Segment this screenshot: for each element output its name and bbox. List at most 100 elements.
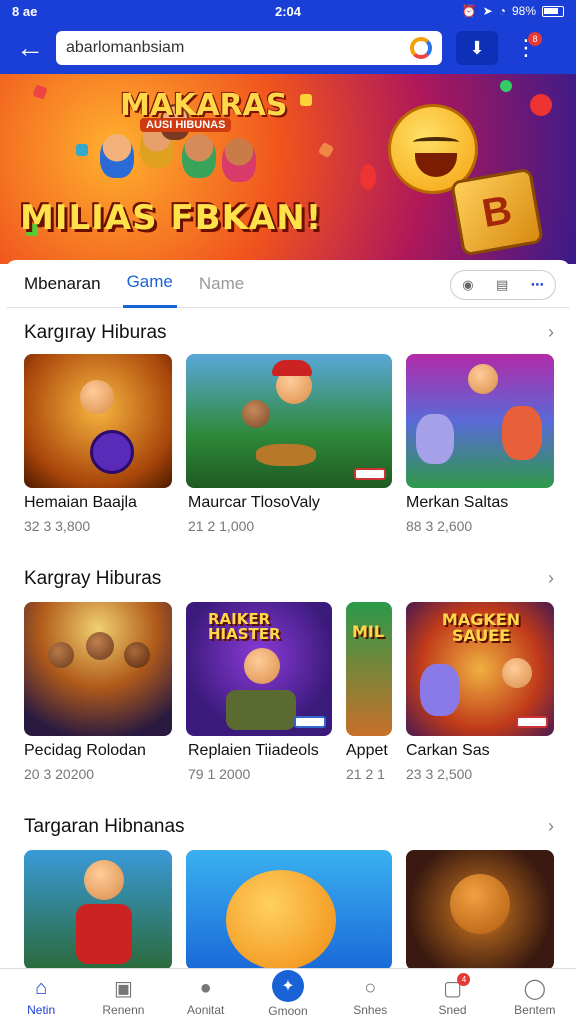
guitar-illustration	[256, 444, 316, 466]
nav-renenn[interactable]: ▣ Renenn	[82, 969, 164, 1024]
creature-illustration	[420, 664, 460, 716]
view-options[interactable]: ◉ ▤ ⋯	[450, 270, 556, 300]
game-title[interactable]: Appet	[346, 742, 388, 760]
search-input-value[interactable]: abarlomanbsiam	[66, 39, 410, 57]
shirt-illustration	[76, 904, 132, 964]
tab-bar: Mbenaran Game Name ◉ ▤ ⋯	[6, 260, 570, 308]
nav-bentem[interactable]: ◯ Bentem	[494, 969, 576, 1024]
content-card: Mbenaran Game Name ◉ ▤ ⋯ Kargıray Hibura…	[6, 260, 570, 970]
game-meta: 88 3 2,600	[406, 518, 473, 534]
chat-icon: ●	[199, 977, 212, 999]
creature-illustration	[416, 414, 454, 464]
ball-illustration	[90, 430, 134, 474]
section-title: Targaran Hibnanas	[24, 816, 185, 837]
nav-gmoon[interactable]: ✦ Gmoon	[247, 969, 329, 1024]
game-tile[interactable]	[186, 354, 392, 488]
bag-icon: ▣	[113, 978, 133, 1000]
nav-home[interactable]: ⌂ Netin	[0, 969, 82, 1024]
game-tile[interactable]: RAIKER HIASTER	[186, 602, 332, 736]
confetti-decoration	[317, 141, 335, 159]
chevron-right-icon[interactable]: ›	[548, 816, 554, 837]
balloon-decoration	[360, 164, 376, 190]
promo-banner[interactable]: MAKARAS AUSI HIBUNAS MILIAS FBKAN! B	[0, 74, 576, 264]
game-tile[interactable]	[24, 602, 172, 736]
game-tile[interactable]	[406, 850, 554, 970]
character-face	[84, 860, 124, 900]
character-face	[468, 364, 498, 394]
google-lens-icon[interactable]	[410, 37, 432, 59]
search-input[interactable]: abarlomanbsiam	[56, 31, 442, 65]
shopping-bag-button[interactable]: ⬇	[456, 31, 498, 65]
confetti-decoration	[76, 144, 88, 156]
character-face	[242, 400, 270, 428]
status-bar: 8 ae 2:04 ⏰ ➤ ◔ 98%	[0, 0, 576, 22]
poster-title: RAIKER HIASTER	[208, 610, 281, 643]
game-tile[interactable]	[186, 850, 392, 970]
bear-illustration	[450, 874, 510, 934]
filter-icon[interactable]: ◉	[462, 277, 473, 293]
chevron-right-icon[interactable]: ›	[548, 568, 554, 589]
balloon-decoration	[500, 80, 512, 92]
more-horizontal-icon[interactable]: ⋯	[531, 277, 544, 293]
game-meta: 21 2 1,000	[188, 518, 255, 534]
dice-illustration: B	[450, 167, 544, 257]
nav-label: Snhes	[353, 1002, 388, 1017]
game-tile[interactable]: MAGKEN SAUEE	[406, 602, 554, 736]
game-tile[interactable]	[406, 354, 554, 488]
star-icon: ✦	[271, 969, 304, 1002]
game-title[interactable]: Hemaian Baajla	[24, 494, 137, 512]
game-title[interactable]: Carkan Sas	[406, 742, 490, 760]
character-face	[86, 632, 114, 660]
search-icon: ○	[364, 977, 377, 999]
jacket-illustration	[226, 690, 296, 730]
mascot-illustration	[226, 870, 336, 970]
game-meta: 32 3 3,800	[24, 518, 91, 534]
nav-snhes[interactable]: ○ Snhes	[329, 969, 411, 1024]
person-icon: ◯	[523, 978, 547, 1000]
tab-name[interactable]: Name	[199, 260, 244, 308]
game-tile[interactable]	[24, 354, 172, 488]
character-illustration	[222, 138, 256, 182]
bottom-navigation: ⌂ Netin ▣ Renenn ● Aonitat ✦ Gmoon ○ Snh…	[0, 968, 576, 1024]
dice-letter: B	[478, 187, 515, 236]
nav-aonitat[interactable]: ● Aonitat	[165, 969, 247, 1024]
mascot-mouth	[415, 153, 457, 177]
nav-badge: 4	[457, 973, 471, 986]
badge-tag	[354, 468, 386, 480]
tab-mbenaran[interactable]: Mbenaran	[24, 260, 101, 308]
game-meta: 23 3 2,500	[406, 766, 473, 782]
status-time: 2:04	[274, 3, 302, 19]
notification-badge: 8	[528, 32, 542, 46]
back-arrow-icon[interactable]: ←	[10, 28, 50, 68]
game-tile[interactable]: MIL	[346, 602, 392, 736]
character-illustration	[100, 134, 134, 178]
game-tile[interactable]	[24, 850, 172, 970]
more-options-button[interactable]: ⋮ 8	[506, 28, 546, 68]
banner-subtitle: AUSI HIBUNAS	[140, 118, 232, 132]
section-title: Kargıray Hiburas	[24, 322, 167, 343]
tab-game[interactable]: Game	[122, 260, 177, 308]
game-meta: 21 2 1	[346, 766, 385, 782]
character-face	[124, 642, 150, 668]
chevron-right-icon[interactable]: ›	[548, 322, 554, 343]
game-title[interactable]: Maurcar TlosoValy	[188, 494, 320, 512]
character-face	[48, 642, 74, 668]
balloon-decoration	[530, 94, 552, 116]
grid-icon[interactable]: ▤	[496, 277, 508, 293]
creature-illustration	[502, 406, 542, 460]
battery-icon	[542, 5, 564, 17]
nav-label: Netin	[27, 1002, 56, 1017]
nav-label: Renenn	[102, 1002, 145, 1017]
nav-label: Sned	[438, 1002, 467, 1017]
game-meta: 79 1 2000	[188, 766, 251, 782]
game-title[interactable]: Replaien Tiiadeols	[188, 742, 319, 760]
confetti-decoration	[300, 94, 312, 106]
game-title[interactable]: Pecidag Rolodan	[24, 742, 146, 760]
nav-label: Gmoon	[268, 1003, 308, 1018]
nav-label: Aonitat	[187, 1002, 225, 1017]
game-title[interactable]: Merkan Saltas	[406, 494, 508, 512]
nav-sned[interactable]: ▢ 4 Sned	[411, 969, 493, 1024]
poster-title: MIL	[352, 622, 385, 641]
character-face	[502, 658, 532, 688]
character-illustration	[182, 134, 216, 178]
